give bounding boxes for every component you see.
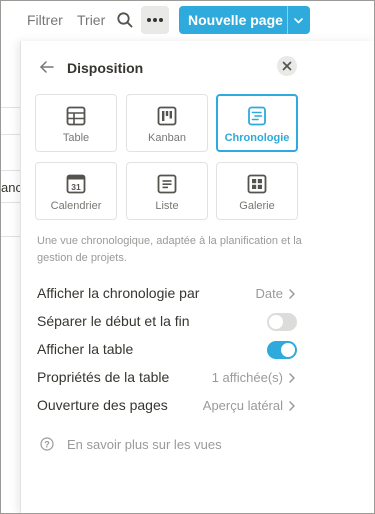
- setting-value: Aperçu latéral: [202, 398, 283, 413]
- setting-separate-start-end: Séparer le début et la fin: [37, 308, 297, 334]
- layout-option-table[interactable]: Table: [35, 94, 117, 152]
- svg-text:?: ?: [44, 439, 50, 449]
- gallery-icon: [246, 173, 268, 195]
- toggle-knob: [269, 315, 283, 329]
- calendar-icon: 31: [65, 173, 87, 195]
- background-divider: [1, 107, 21, 108]
- database-toolbar: Filtrer Trier Nouvelle page: [1, 1, 374, 39]
- new-page-separator: [287, 6, 288, 34]
- layout-option-label: Galerie: [239, 200, 275, 212]
- setting-timeline-by[interactable]: Afficher la chronologie par Date: [37, 280, 297, 306]
- layout-panel: Disposition Table Kanban Chronologie 31 …: [20, 41, 374, 513]
- timeline-icon: [246, 105, 268, 127]
- new-page-label: Nouvelle page: [188, 12, 283, 28]
- filter-button[interactable]: Filtrer: [27, 12, 63, 28]
- layout-option-gallery[interactable]: Galerie: [216, 162, 298, 220]
- layout-option-timeline[interactable]: Chronologie: [216, 94, 298, 152]
- layout-description: Une vue chronologique, adaptée à la plan…: [37, 235, 302, 264]
- setting-label: Ouverture des pages: [37, 397, 168, 413]
- background-divider: [1, 202, 21, 203]
- show-table-toggle[interactable]: [267, 341, 297, 359]
- setting-value: 1 affichée(s): [211, 370, 283, 385]
- setting-label: Afficher la chronologie par: [37, 285, 200, 301]
- app-window: anc Filtrer Trier Nouvelle page Disposit…: [0, 0, 375, 514]
- table-icon: [65, 105, 87, 127]
- background-divider: [1, 170, 21, 171]
- chevron-right-icon: [287, 371, 297, 383]
- setting-value: Date: [255, 286, 283, 301]
- arrow-left-icon[interactable]: [38, 58, 56, 76]
- background-partial-text: anc: [1, 180, 22, 195]
- chevron-down-icon[interactable]: [291, 13, 306, 28]
- layout-option-label: Chronologie: [224, 132, 290, 144]
- layout-option-label: Calendrier: [50, 200, 102, 212]
- kanban-icon: [156, 105, 178, 127]
- panel-title: Disposition: [67, 60, 144, 76]
- layout-option-kanban[interactable]: Kanban: [126, 94, 208, 152]
- layout-option-list[interactable]: Liste: [126, 162, 208, 220]
- layout-option-calendar[interactable]: 31 Calendrier: [35, 162, 117, 220]
- setting-label: Afficher la table: [37, 341, 134, 357]
- setting-label: Propriétés de la table: [37, 369, 170, 385]
- search-icon[interactable]: [115, 10, 135, 30]
- new-page-button[interactable]: Nouvelle page: [179, 6, 310, 34]
- setting-page-opening[interactable]: Ouverture des pages Aperçu latéral: [37, 392, 297, 418]
- layout-option-label: Kanban: [148, 132, 186, 144]
- calendar-icon-number: 31: [71, 182, 81, 192]
- close-icon[interactable]: [277, 56, 297, 76]
- separate-start-end-toggle[interactable]: [267, 313, 297, 331]
- chevron-right-icon: [287, 399, 297, 411]
- help-circle-icon[interactable]: ?: [40, 437, 54, 451]
- more-dots-icon[interactable]: [141, 6, 169, 34]
- toggle-knob: [281, 343, 295, 357]
- setting-table-properties[interactable]: Propriétés de la table 1 affichée(s): [37, 364, 297, 390]
- setting-show-table: Afficher la table: [37, 336, 297, 362]
- list-icon: [156, 173, 178, 195]
- sort-button[interactable]: Trier: [77, 12, 105, 28]
- help-link[interactable]: En savoir plus sur les vues: [67, 437, 222, 452]
- chevron-right-icon: [287, 287, 297, 299]
- setting-label: Séparer le début et la fin: [37, 313, 190, 329]
- layout-option-label: Liste: [155, 200, 179, 212]
- background-divider: [1, 134, 21, 135]
- background-divider: [1, 236, 21, 237]
- layout-options: Table Kanban Chronologie 31 Calendrier L…: [35, 94, 299, 220]
- layout-option-label: Table: [62, 132, 90, 144]
